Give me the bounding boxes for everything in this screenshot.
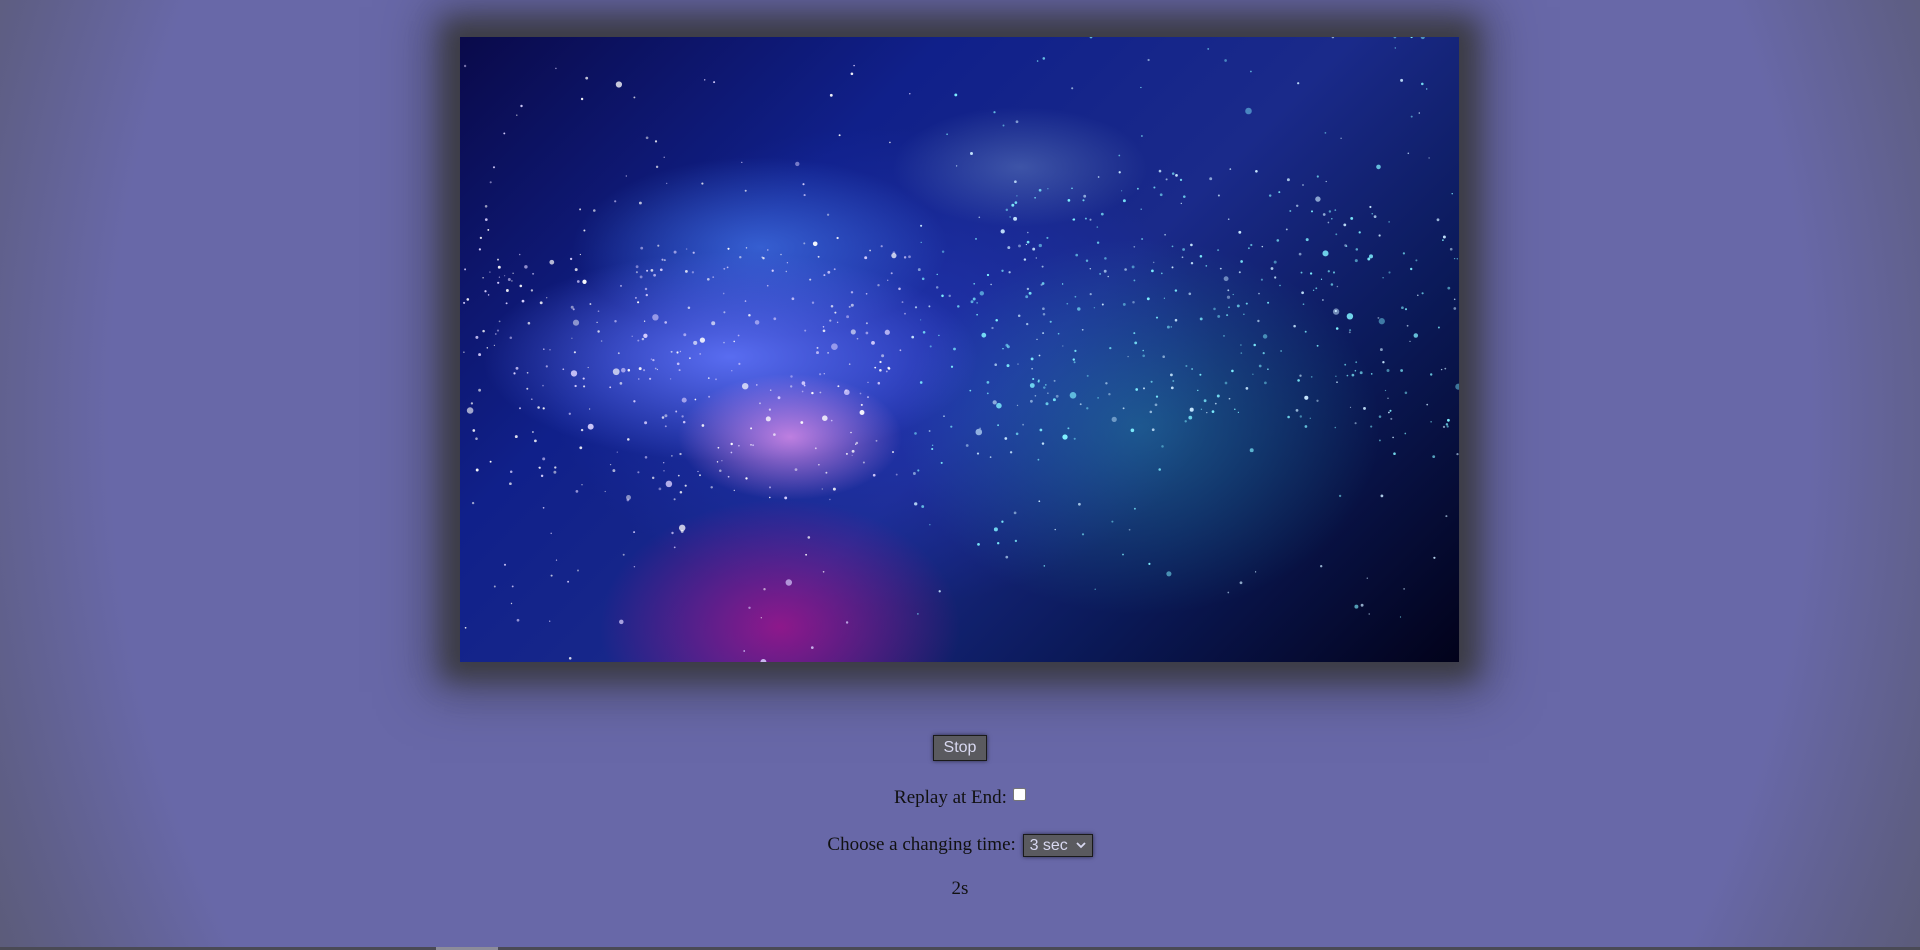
slideshow-image — [460, 37, 1459, 662]
replay-label: Replay at End: — [894, 787, 1007, 808]
replay-row: Replay at End: — [0, 786, 1920, 810]
chevron-down-icon — [1075, 842, 1086, 849]
time-select-value: 3 sec — [1029, 837, 1068, 854]
time-select[interactable]: 3 sec — [1022, 834, 1093, 857]
starfield — [463, 37, 1459, 662]
slideshow-frame — [460, 37, 1459, 662]
replay-checkbox[interactable] — [1012, 788, 1026, 801]
time-label: Choose a changing time: — [827, 834, 1016, 855]
countdown-text: 2s — [951, 878, 969, 899]
stop-button[interactable]: Stop — [933, 735, 987, 761]
time-row: Choose a changing time: 3 sec — [0, 833, 1920, 857]
